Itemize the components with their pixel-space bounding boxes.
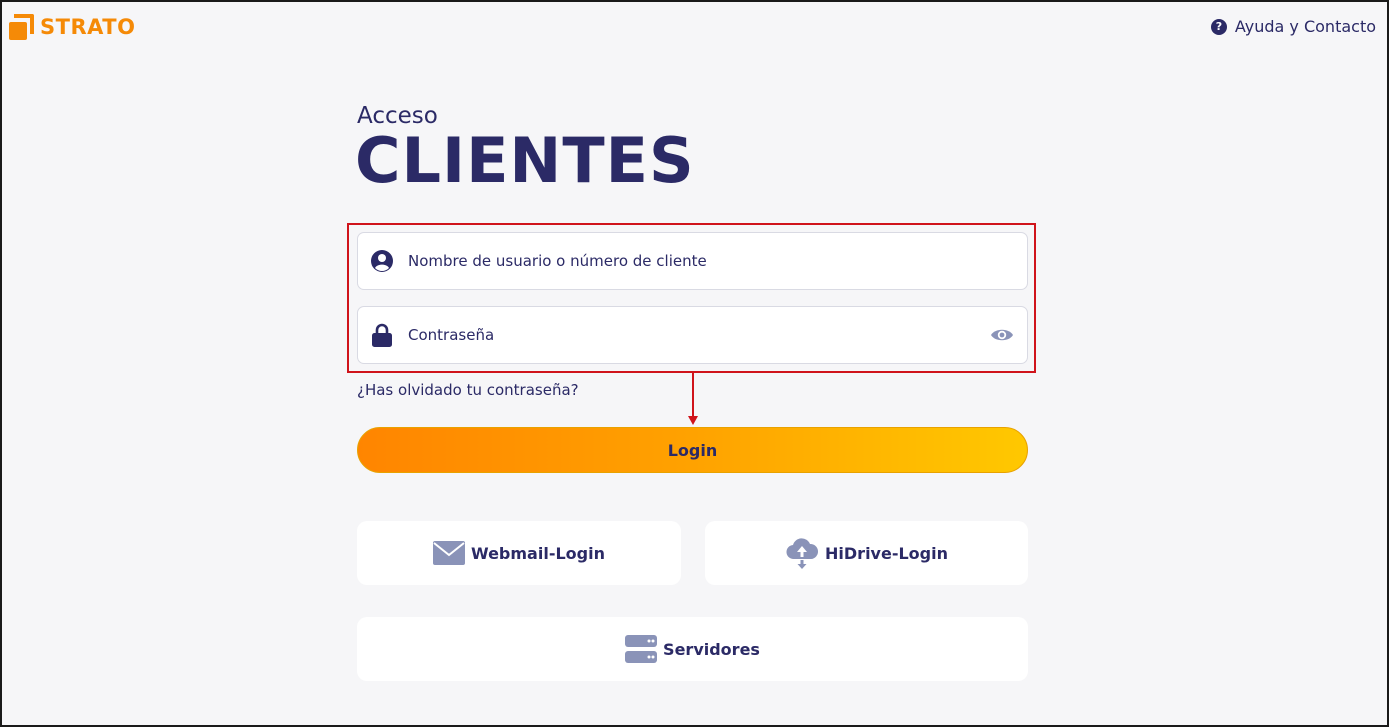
strato-logo-mark bbox=[9, 14, 35, 40]
page-title: CLIENTES bbox=[355, 124, 695, 197]
eye-icon[interactable] bbox=[989, 325, 1015, 345]
lock-icon bbox=[370, 323, 394, 347]
webmail-login-button[interactable]: Webmail-Login bbox=[357, 521, 681, 585]
username-field[interactable] bbox=[357, 232, 1028, 290]
annotation-arrow-line bbox=[692, 373, 694, 419]
hidrive-login-button[interactable]: HiDrive-Login bbox=[705, 521, 1028, 585]
help-contact-link[interactable]: ? Ayuda y Contacto bbox=[1210, 17, 1376, 36]
user-circle-icon bbox=[370, 249, 394, 273]
envelope-icon bbox=[433, 541, 465, 565]
password-input[interactable] bbox=[408, 307, 989, 363]
login-button-label: Login bbox=[667, 440, 718, 460]
brand-name: STRATO bbox=[40, 15, 136, 39]
annotation-arrow-head bbox=[688, 416, 698, 425]
login-button[interactable]: Login bbox=[357, 427, 1028, 473]
cloud-sync-icon bbox=[785, 537, 819, 569]
servers-button[interactable]: Servidores bbox=[357, 617, 1028, 681]
servers-label: Servidores bbox=[663, 639, 760, 659]
webmail-login-label: Webmail-Login bbox=[471, 543, 605, 563]
server-icon bbox=[625, 635, 658, 663]
password-field[interactable] bbox=[357, 306, 1028, 364]
question-circle-icon: ? bbox=[1210, 18, 1227, 35]
strato-logo[interactable]: STRATO bbox=[9, 14, 135, 40]
hidrive-login-label: HiDrive-Login bbox=[825, 543, 948, 563]
username-input[interactable] bbox=[408, 233, 1027, 289]
forgot-password-link[interactable]: ¿Has olvidado tu contraseña? bbox=[357, 381, 579, 399]
help-contact-label: Ayuda y Contacto bbox=[1234, 17, 1376, 36]
